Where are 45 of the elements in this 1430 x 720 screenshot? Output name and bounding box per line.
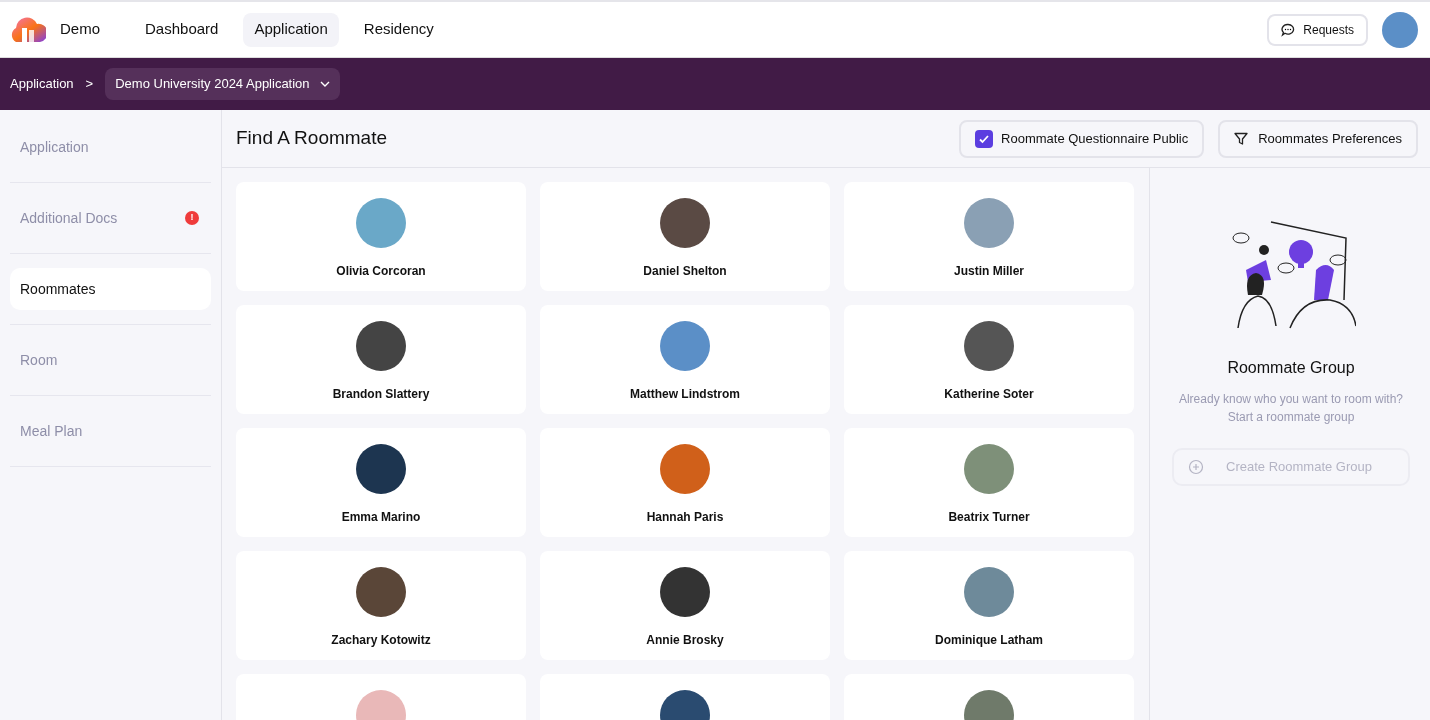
- public-checkbox[interactable]: Roommate Questionnaire Public: [959, 119, 1205, 158]
- roommate-name: Annie Brosky: [646, 632, 724, 649]
- user-avatar[interactable]: [1382, 11, 1418, 48]
- roommate-card[interactable]: Dominique Latham: [844, 551, 1134, 660]
- sidebar-item[interactable]: Roommates: [10, 268, 211, 310]
- roommate-card[interactable]: Olivia Corcoran: [236, 182, 526, 291]
- roommate-card[interactable]: Hannah Paris: [540, 428, 830, 537]
- brand-name: Demo: [60, 19, 100, 40]
- roommate-card[interactable]: Katherine Soter: [844, 305, 1134, 414]
- roommate-name: Beatrix Turner: [948, 509, 1030, 526]
- roommate-name: Daniel Shelton: [643, 263, 727, 280]
- preferences-button[interactable]: Roommates Preferences: [1218, 119, 1418, 158]
- sidebar-item[interactable]: Additional Docs !: [10, 197, 211, 239]
- panel-title: Roommate Group: [1227, 358, 1355, 378]
- roommate-name: Emma Marino: [341, 509, 421, 526]
- breadcrumb-separator: >: [85, 75, 94, 94]
- plus-circle-icon: [1188, 459, 1204, 475]
- roommate-card[interactable]: Beatrix Turner: [844, 428, 1134, 537]
- requests-button[interactable]: Requests: [1267, 13, 1368, 46]
- roommate-name: Matthew Lindstrom: [630, 386, 740, 403]
- alert-badge: !: [185, 211, 199, 225]
- breadcrumb-link[interactable]: Application: [10, 74, 74, 94]
- roommate-card[interactable]: Brandon Slattery: [236, 305, 526, 414]
- chat-bubble-icon: [1281, 22, 1296, 37]
- roommate-name: Zachary Kotowitz: [331, 632, 431, 649]
- roommate-card[interactable]: Emma Marino: [236, 428, 526, 537]
- roommate-card[interactable]: Annie Brosky: [540, 551, 830, 660]
- roommate-card[interactable]: Justin Miller: [844, 182, 1134, 291]
- cloud-logo-icon: [10, 15, 46, 44]
- roommate-name: Hannah Paris: [646, 509, 724, 526]
- roommate-name: Dominique Latham: [935, 632, 1043, 649]
- roommate-name: Brandon Slattery: [332, 386, 430, 403]
- chevron-down-icon: [319, 81, 330, 87]
- roommate-name: Olivia Corcoran: [336, 263, 426, 280]
- application-dropdown[interactable]: Demo University 2024 Application: [105, 68, 340, 100]
- roommate-card[interactable]: Daniel Shelton: [540, 182, 830, 291]
- page-title: Find A Roommate: [236, 126, 388, 151]
- roommate-name: Katherine Soter: [944, 386, 1034, 403]
- roommate-name: Justin Miller: [954, 263, 1024, 280]
- roommate-card[interactable]: Matthew Lindstrom: [540, 305, 830, 414]
- roommate-card[interactable]: Zachary Kotowitz: [236, 551, 526, 660]
- nav-tab[interactable]: Application: [243, 12, 339, 47]
- panel-description: Already know who you want to room with? Start a roommate group: [1177, 391, 1405, 426]
- filter-icon: [1234, 131, 1249, 146]
- checkbox[interactable]: [975, 129, 994, 148]
